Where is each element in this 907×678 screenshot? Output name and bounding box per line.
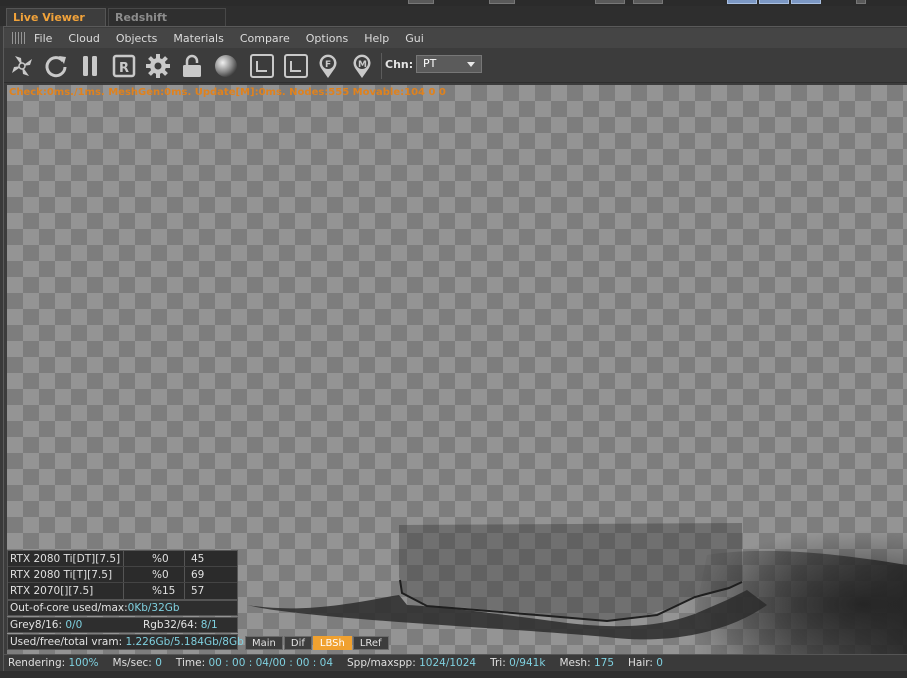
channel-select-value: PT: [423, 57, 437, 70]
menu-bar: File Cloud Objects Materials Compare Opt…: [4, 28, 907, 48]
fan-icon[interactable]: [8, 52, 36, 80]
material-pin-icon[interactable]: M: [348, 52, 376, 80]
aov-main-button[interactable]: Main: [245, 636, 283, 650]
external-button[interactable]: [489, 0, 515, 4]
menu-materials[interactable]: Materials: [173, 32, 223, 45]
grip-icon[interactable]: [12, 32, 26, 44]
render-stats-line: Check:0ms./1ms. MeshGen:0ms. Update[M]:0…: [9, 87, 446, 98]
frame-alt-icon[interactable]: [282, 52, 310, 80]
status-hair: Hair: 0: [628, 655, 663, 670]
menu-objects[interactable]: Objects: [116, 32, 158, 45]
mesh-value: 175: [593, 657, 615, 669]
aov-lbsh-button[interactable]: LBSh: [312, 636, 352, 650]
status-bar: Rendering: 100% Ms/sec: 0 Time: 00 : 00 …: [4, 654, 907, 670]
mssec-value: 0: [155, 657, 162, 669]
menu-help[interactable]: Help: [364, 32, 389, 45]
time-label: Time:: [175, 657, 206, 669]
rendering-value: 100%: [68, 657, 99, 669]
external-button[interactable]: [633, 0, 663, 4]
refresh-icon[interactable]: [42, 52, 70, 80]
aov-lref-button[interactable]: LRef: [352, 636, 389, 650]
external-button[interactable]: [759, 0, 789, 4]
hair-value: 0: [656, 657, 663, 669]
rendering-label: Rendering:: [8, 657, 66, 669]
status-mesh: Mesh: 175: [559, 655, 614, 670]
menu-cloud[interactable]: Cloud: [68, 32, 99, 45]
pause-icon[interactable]: [76, 52, 104, 80]
gpu-row: RTX 2070[][7.5] %15 57: [8, 583, 237, 599]
hair-label: Hair:: [628, 657, 653, 669]
time-value: 00 : 00 : 04/00 : 00 : 04: [208, 657, 334, 669]
svg-text:M: M: [358, 60, 367, 70]
status-tri: Tri: 0/941k: [490, 655, 545, 670]
external-button[interactable]: [595, 0, 625, 4]
gpu-usage: %15: [124, 583, 185, 599]
gpu-usage: %0: [124, 551, 185, 566]
tab-redshift-renderview[interactable]: Redshift RenderView: [108, 8, 226, 42]
status-rendering: Rendering: 100%: [8, 655, 99, 670]
ooc-label: Out-of-core used/max:: [10, 602, 128, 614]
status-time: Time: 00 : 00 : 04/00 : 00 : 04: [176, 655, 333, 670]
external-button[interactable]: [727, 0, 757, 4]
focus-pin-icon[interactable]: F: [314, 52, 342, 80]
aov-bar: Main Dif LBSh LRef: [245, 636, 390, 650]
gpu-name: RTX 2080 Ti[DT][7.5]: [8, 551, 124, 566]
status-spp: Spp/maxspp: 1024/1024: [347, 655, 476, 670]
menu-compare[interactable]: Compare: [240, 32, 290, 45]
aov-dif-button[interactable]: Dif: [283, 636, 312, 650]
channel-label: Chn:: [385, 58, 414, 71]
gpu-name: RTX 2070[][7.5]: [8, 583, 124, 599]
tab-bar: Live Viewer V4.00 Redshift RenderView: [0, 6, 907, 42]
lock-icon[interactable]: [178, 52, 206, 80]
ooc-value: 0Kb/32Gb: [127, 602, 180, 614]
external-button[interactable]: [408, 0, 434, 4]
grey-label: Grey8/16:: [10, 619, 63, 631]
tri-label: Tri:: [490, 657, 506, 669]
toolbar: R F M Chn: PT: [4, 49, 907, 83]
gpu-temp: 57: [191, 585, 205, 597]
tri-value: 0/941k: [509, 657, 546, 669]
menu-options[interactable]: Options: [306, 32, 348, 45]
gpu-usage: %0: [124, 567, 185, 582]
vram-row: Used/free/total vram: 1.226Gb/5.184Gb/8G…: [7, 634, 244, 650]
vram-value: 1.226Gb/5.184Gb/8Gb: [125, 636, 244, 648]
sphere-icon[interactable]: [212, 52, 240, 80]
svg-text:R: R: [119, 61, 129, 76]
mesh-label: Mesh:: [559, 657, 591, 669]
bottom-strip: [0, 671, 907, 678]
chevron-down-icon: [467, 62, 475, 67]
spp-label: Spp/maxspp:: [347, 657, 416, 669]
external-button[interactable]: [856, 0, 866, 4]
mssec-label: Ms/sec:: [112, 657, 152, 669]
status-mssec: Ms/sec: 0: [113, 655, 162, 670]
vram-label: Used/free/total vram:: [10, 636, 123, 648]
gpu-name: RTX 2080 Ti[T][7.5]: [8, 567, 124, 582]
gpu-row: RTX 2080 Ti[T][7.5] %0 69: [8, 567, 237, 583]
rgb-label: Rgb32/64:: [142, 619, 198, 631]
frame-icon[interactable]: [248, 52, 276, 80]
gpu-row: RTX 2080 Ti[DT][7.5] %0 45: [8, 551, 237, 567]
gear-icon[interactable]: [144, 52, 172, 80]
channel-select[interactable]: PT: [416, 55, 482, 73]
gpu-temp: 45: [191, 553, 205, 565]
svg-text:F: F: [325, 60, 331, 70]
grey-value: 0/0: [65, 619, 83, 631]
tab-live-viewer[interactable]: Live Viewer V4.00: [6, 8, 106, 42]
toolbar-separator: [381, 53, 382, 79]
texture-cache-row: Grey8/16: 0/0 Rgb32/64: 8/1: [7, 617, 238, 633]
external-button[interactable]: [791, 0, 821, 4]
gpu-temp: 69: [191, 569, 205, 581]
render-region-icon[interactable]: R: [110, 52, 138, 80]
out-of-core-row: Out-of-core used/max:0Kb/32Gb: [7, 600, 238, 616]
spp-value: 1024/1024: [419, 657, 477, 669]
gpu-panel: RTX 2080 Ti[DT][7.5] %0 45 RTX 2080 Ti[T…: [7, 550, 238, 600]
menu-gui[interactable]: Gui: [405, 32, 424, 45]
menu-file[interactable]: File: [34, 32, 52, 45]
rgb-value: 8/1: [200, 619, 218, 631]
